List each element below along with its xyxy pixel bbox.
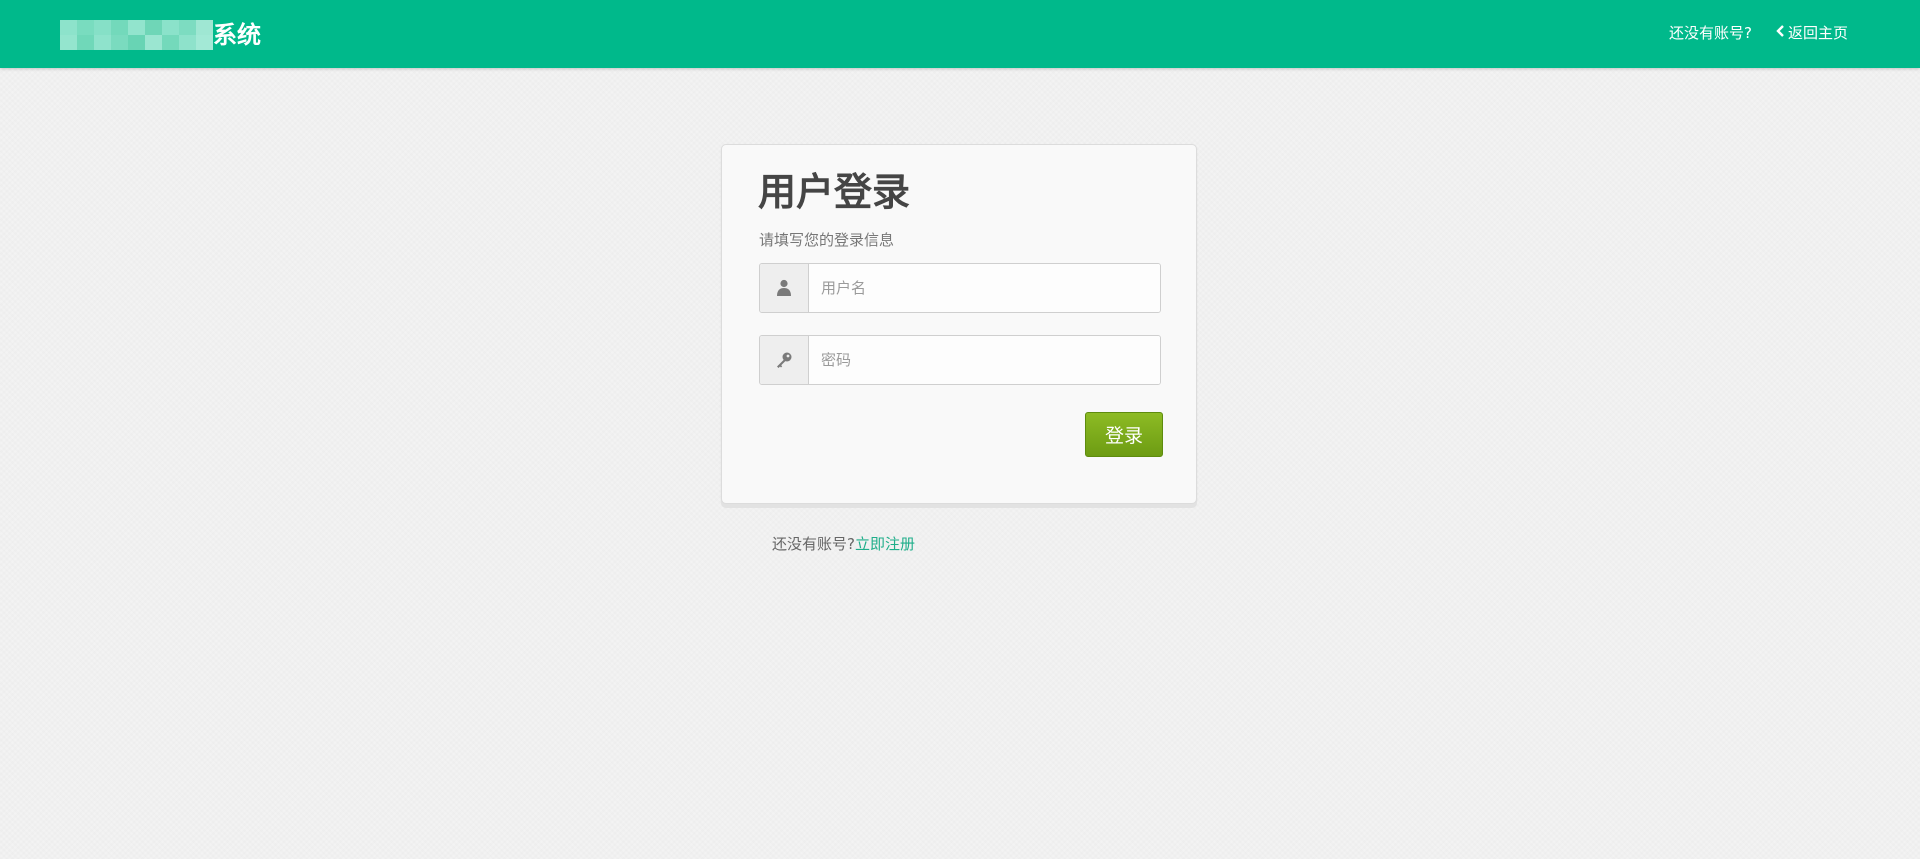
- password-input-group: [759, 335, 1161, 385]
- brand-logo[interactable]: 系统: [60, 18, 261, 52]
- chevron-left-icon: [1776, 24, 1785, 41]
- username-input-group: [759, 263, 1161, 313]
- register-prompt: 还没有账号?立即注册: [772, 533, 915, 554]
- key-icon: [760, 336, 809, 384]
- login-button[interactable]: 登录: [1085, 412, 1163, 457]
- nav-back-home-link[interactable]: 返回主页: [1776, 22, 1848, 43]
- register-prompt-text: 还没有账号?: [772, 535, 855, 553]
- username-input[interactable]: [809, 264, 1160, 312]
- nav-no-account-link[interactable]: 还没有账号?: [1669, 22, 1752, 43]
- login-subtitle: 请填写您的登录信息: [759, 231, 895, 249]
- nav-right: 还没有账号? 返回主页: [1669, 22, 1848, 43]
- register-link[interactable]: 立即注册: [855, 535, 915, 553]
- login-panel: 用户登录 请填写您的登录信息 登录: [721, 144, 1197, 504]
- user-icon: [760, 264, 809, 312]
- brand-suffix: 系统: [213, 21, 261, 49]
- brand-name-redacted: [60, 20, 213, 50]
- login-title: 用户登录: [758, 170, 911, 214]
- back-home-label: 返回主页: [1787, 24, 1848, 42]
- top-navbar: 系统 还没有账号? 返回主页: [0, 0, 1920, 68]
- password-input[interactable]: [809, 336, 1160, 384]
